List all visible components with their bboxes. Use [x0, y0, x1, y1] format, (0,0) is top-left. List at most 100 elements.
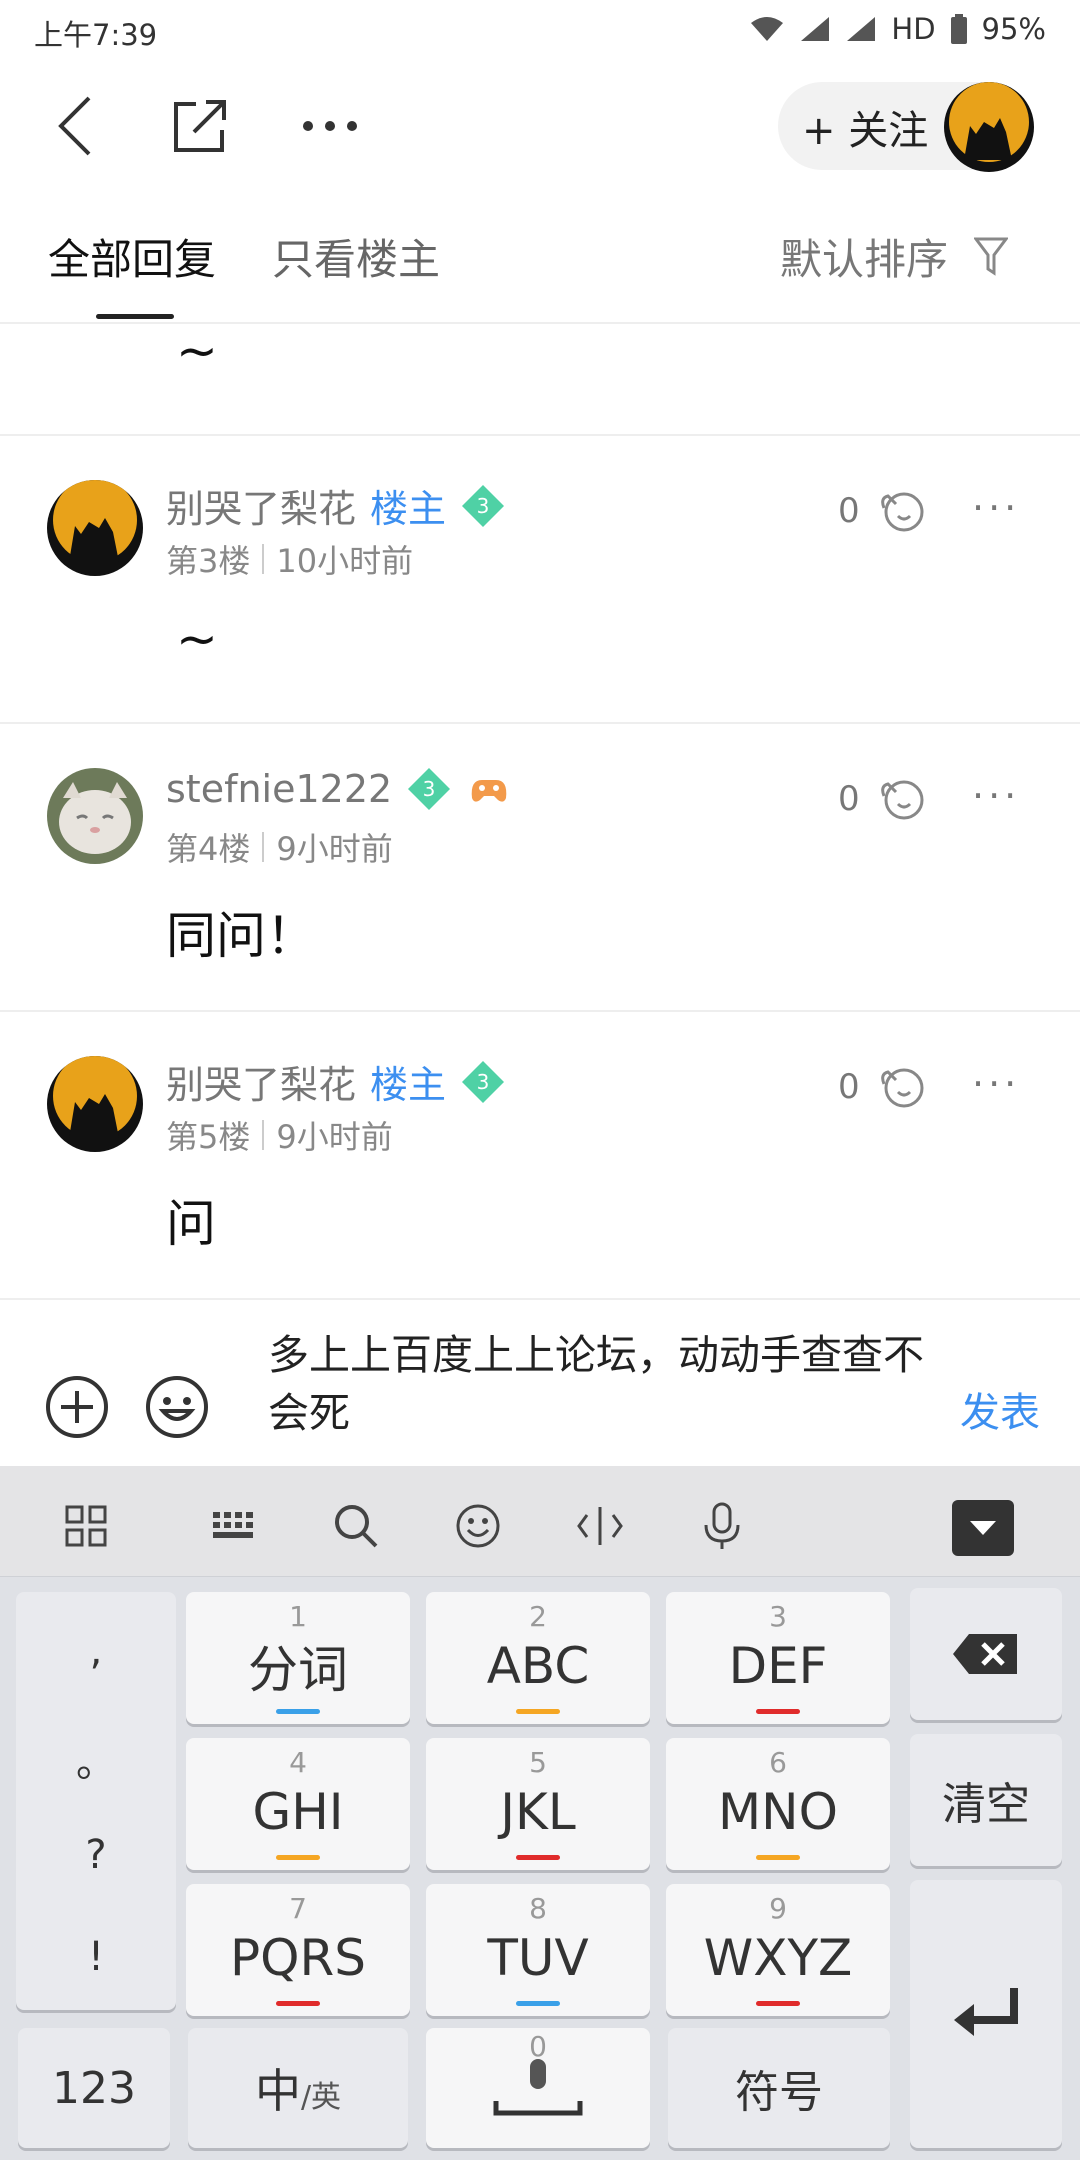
kb-cursor-button[interactable] [570, 1496, 630, 1556]
reply-input[interactable]: 多上上百度上上论坛，动动手查查不会死 [268, 1326, 928, 1442]
key-number: 8 [529, 1892, 547, 1925]
enter-key[interactable] [910, 1880, 1062, 2148]
key-1[interactable]: 1 分词 [186, 1592, 410, 1724]
sort-button[interactable]: 默认排序 [780, 226, 1009, 287]
share-icon [174, 100, 226, 152]
floor-number: 第5楼 [166, 1118, 251, 1156]
key-label: GHI [252, 1783, 344, 1841]
share-button[interactable] [160, 86, 240, 166]
key-5[interactable]: 5 JKL [426, 1738, 650, 1870]
signal-icon [847, 17, 876, 41]
post-more-button[interactable]: ··· [972, 1062, 1020, 1106]
author-name[interactable]: 别哭了梨花 [166, 1054, 356, 1109]
keyboard-toolbar [0, 1466, 1080, 1577]
send-button[interactable]: 发表 [960, 1380, 1040, 1438]
key-indicator [276, 2001, 320, 2006]
key-6[interactable]: 6 MNO [666, 1738, 890, 1870]
key-number: 3 [769, 1600, 787, 1633]
svg-text:3: 3 [423, 777, 436, 801]
lang-alt-label: /英 [300, 2080, 342, 2115]
key-indicator [756, 1855, 800, 1860]
signal-icon [801, 17, 830, 41]
key-4[interactable]: 4 GHI [186, 1738, 410, 1870]
key-9[interactable]: 9 WXYZ [666, 1884, 890, 2016]
post-author-row: stefnie1222 3 [166, 766, 512, 812]
kb-voice-button[interactable] [692, 1496, 752, 1556]
like-count: 0 [838, 491, 860, 531]
keyboard-icon [213, 1512, 253, 1538]
chevron-down-icon [970, 1521, 996, 1535]
op-tag: 楼主 [370, 487, 447, 531]
like-button[interactable]: 0 [838, 776, 928, 822]
post-content: 问 [166, 1195, 216, 1253]
kb-emoji-button[interactable] [448, 1496, 508, 1556]
post-more-button[interactable]: ··· [972, 486, 1020, 530]
emoji-button[interactable] [144, 1374, 210, 1440]
clear-label: 清空 [942, 1779, 1030, 1830]
tab-op-only[interactable]: 只看楼主 [272, 226, 440, 287]
backspace-key[interactable] [910, 1588, 1062, 1720]
clear-key[interactable]: 清空 [910, 1734, 1062, 1866]
author-name[interactable]: 别哭了梨花 [166, 478, 356, 533]
avatar[interactable] [47, 768, 143, 864]
thumbs-up-emoji-icon [880, 780, 924, 820]
kb-menu-button[interactable] [56, 1496, 116, 1556]
meta-separator [262, 832, 265, 862]
wifi-icon [751, 17, 784, 41]
search-icon [335, 1505, 378, 1548]
punct-comma[interactable]: , [90, 1628, 103, 1674]
more-options-button[interactable] [290, 86, 370, 166]
key-2[interactable]: 2 ABC [426, 1592, 650, 1724]
svg-text:3: 3 [477, 494, 490, 518]
num-mode-key[interactable]: 123 [18, 2028, 170, 2148]
grid-icon [65, 1505, 107, 1547]
kb-hide-button[interactable] [952, 1500, 1014, 1556]
key-label: WXYZ [703, 1929, 853, 1987]
punctuation-key[interactable]: , 。 ? ! [16, 1592, 176, 2010]
plus-circle-icon [46, 1376, 108, 1438]
post-more-button[interactable]: ··· [972, 774, 1020, 818]
key-7[interactable]: 7 PQRS [186, 1884, 410, 2016]
op-avatar[interactable] [944, 82, 1034, 172]
like-button[interactable]: 0 [838, 1064, 928, 1110]
post-author-row: 别哭了梨花 楼主 3 [166, 478, 506, 533]
author-name[interactable]: stefnie1222 [166, 767, 392, 811]
key-3[interactable]: 3 DEF [666, 1592, 890, 1724]
punct-period[interactable]: 。 [76, 1730, 116, 1788]
post-item [0, 436, 1080, 722]
meta-separator [262, 1120, 265, 1150]
punct-question[interactable]: ? [85, 1832, 106, 1878]
floor-number: 第3楼 [166, 542, 251, 580]
kb-layout-button[interactable] [204, 1496, 264, 1556]
key-number: 2 [529, 1600, 547, 1633]
key-label: PQRS [230, 1929, 366, 1987]
space-key[interactable]: 0 [426, 2028, 650, 2148]
num-mode-label: 123 [52, 2062, 136, 2114]
kb-search-button[interactable] [326, 1496, 386, 1556]
avatar[interactable] [47, 480, 143, 576]
post-content: 同问！ [166, 907, 316, 965]
follow-label: + 关注 [802, 108, 929, 154]
divider [0, 1298, 1080, 1300]
tab-indicator [96, 314, 174, 319]
lang-switch-key[interactable]: 中 /英 [188, 2028, 408, 2148]
network-type: HD [891, 12, 936, 46]
game-controller-icon [471, 780, 507, 802]
like-button[interactable]: 0 [838, 488, 928, 534]
key-number: 4 [289, 1746, 307, 1779]
key-8[interactable]: 8 TUV [426, 1884, 650, 2016]
like-count: 0 [838, 1067, 860, 1107]
punct-exclamation[interactable]: ! [88, 1934, 104, 1980]
add-attachment-button[interactable] [44, 1374, 110, 1440]
post-meta: 第3楼 10小时前 [166, 536, 413, 582]
back-button[interactable] [40, 86, 110, 166]
post-meta: 第5楼 9小时前 [166, 1112, 393, 1158]
key-indicator [516, 1855, 560, 1860]
symbols-key[interactable]: 符号 [668, 2028, 890, 2148]
op-tag: 楼主 [370, 1063, 447, 1107]
avatar[interactable] [47, 1056, 143, 1152]
key-indicator [276, 1855, 320, 1860]
post-time: 9小时前 [276, 830, 393, 868]
tab-all-replies[interactable]: 全部回复 [48, 226, 216, 287]
meta-separator [262, 544, 265, 574]
